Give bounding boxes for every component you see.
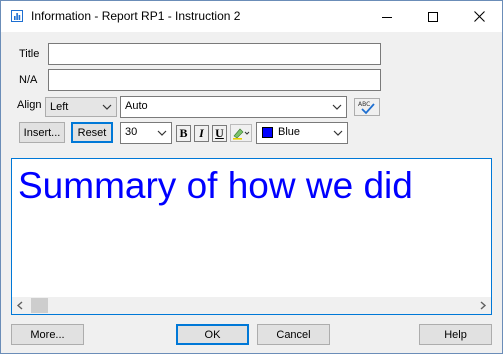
ok-button[interactable]: OK [176, 324, 249, 345]
auto-value: Auto [125, 100, 148, 112]
auto-select[interactable]: Auto [120, 96, 347, 118]
highlight-button[interactable] [230, 124, 252, 142]
spellcheck-icon: ABC [358, 101, 375, 115]
scroll-left-icon[interactable] [16, 301, 24, 310]
reset-button[interactable]: Reset [71, 122, 113, 143]
align-select[interactable]: Left [45, 97, 117, 117]
align-value: Left [50, 101, 69, 113]
underline-button[interactable]: U [212, 125, 227, 142]
na-label: N/A [19, 74, 38, 86]
font-size-select[interactable]: 30 [120, 122, 172, 144]
title-label: Title [19, 48, 40, 60]
insert-button[interactable]: Insert... [19, 122, 65, 143]
information-dialog: Information - Report RP1 - Instruction 2… [0, 0, 503, 354]
chevron-down-icon [157, 130, 167, 136]
horizontal-scrollbar[interactable] [12, 297, 491, 314]
window-title: Information - Report RP1 - Instruction 2 [31, 9, 241, 23]
color-value: Blue [278, 126, 301, 138]
close-button[interactable] [456, 1, 502, 32]
maximize-button[interactable] [410, 1, 456, 32]
chevron-down-icon [102, 104, 112, 110]
bar-chart-icon [11, 10, 23, 22]
bold-button[interactable]: B [176, 125, 191, 142]
chevron-down-icon [333, 130, 343, 136]
scrollbar-thumb[interactable] [31, 298, 48, 313]
align-label: Align [17, 99, 42, 111]
color-select[interactable]: Blue [256, 122, 348, 144]
na-field[interactable] [48, 69, 381, 91]
scroll-right-icon[interactable] [479, 301, 487, 310]
chevron-down-icon [332, 104, 342, 110]
cancel-button[interactable]: Cancel [257, 324, 330, 345]
help-button[interactable]: Help [419, 324, 492, 345]
highlighter-icon [233, 128, 250, 140]
close-icon [473, 11, 485, 22]
minimize-icon [382, 16, 392, 18]
italic-button[interactable]: I [194, 125, 209, 142]
title-field[interactable] [48, 43, 381, 65]
spellcheck-button[interactable]: ABC [354, 98, 380, 116]
color-swatch [262, 127, 273, 138]
rich-text-editor[interactable]: Summary of how we did [11, 158, 492, 315]
more-button[interactable]: More... [11, 324, 84, 345]
font-size-value: 30 [125, 126, 138, 138]
minimize-button[interactable] [364, 1, 410, 32]
maximize-icon [428, 11, 438, 22]
title-bar: Information - Report RP1 - Instruction 2 [1, 1, 502, 32]
editor-content[interactable]: Summary of how we did [18, 165, 413, 207]
spellcheck-text: ABC [358, 101, 370, 108]
